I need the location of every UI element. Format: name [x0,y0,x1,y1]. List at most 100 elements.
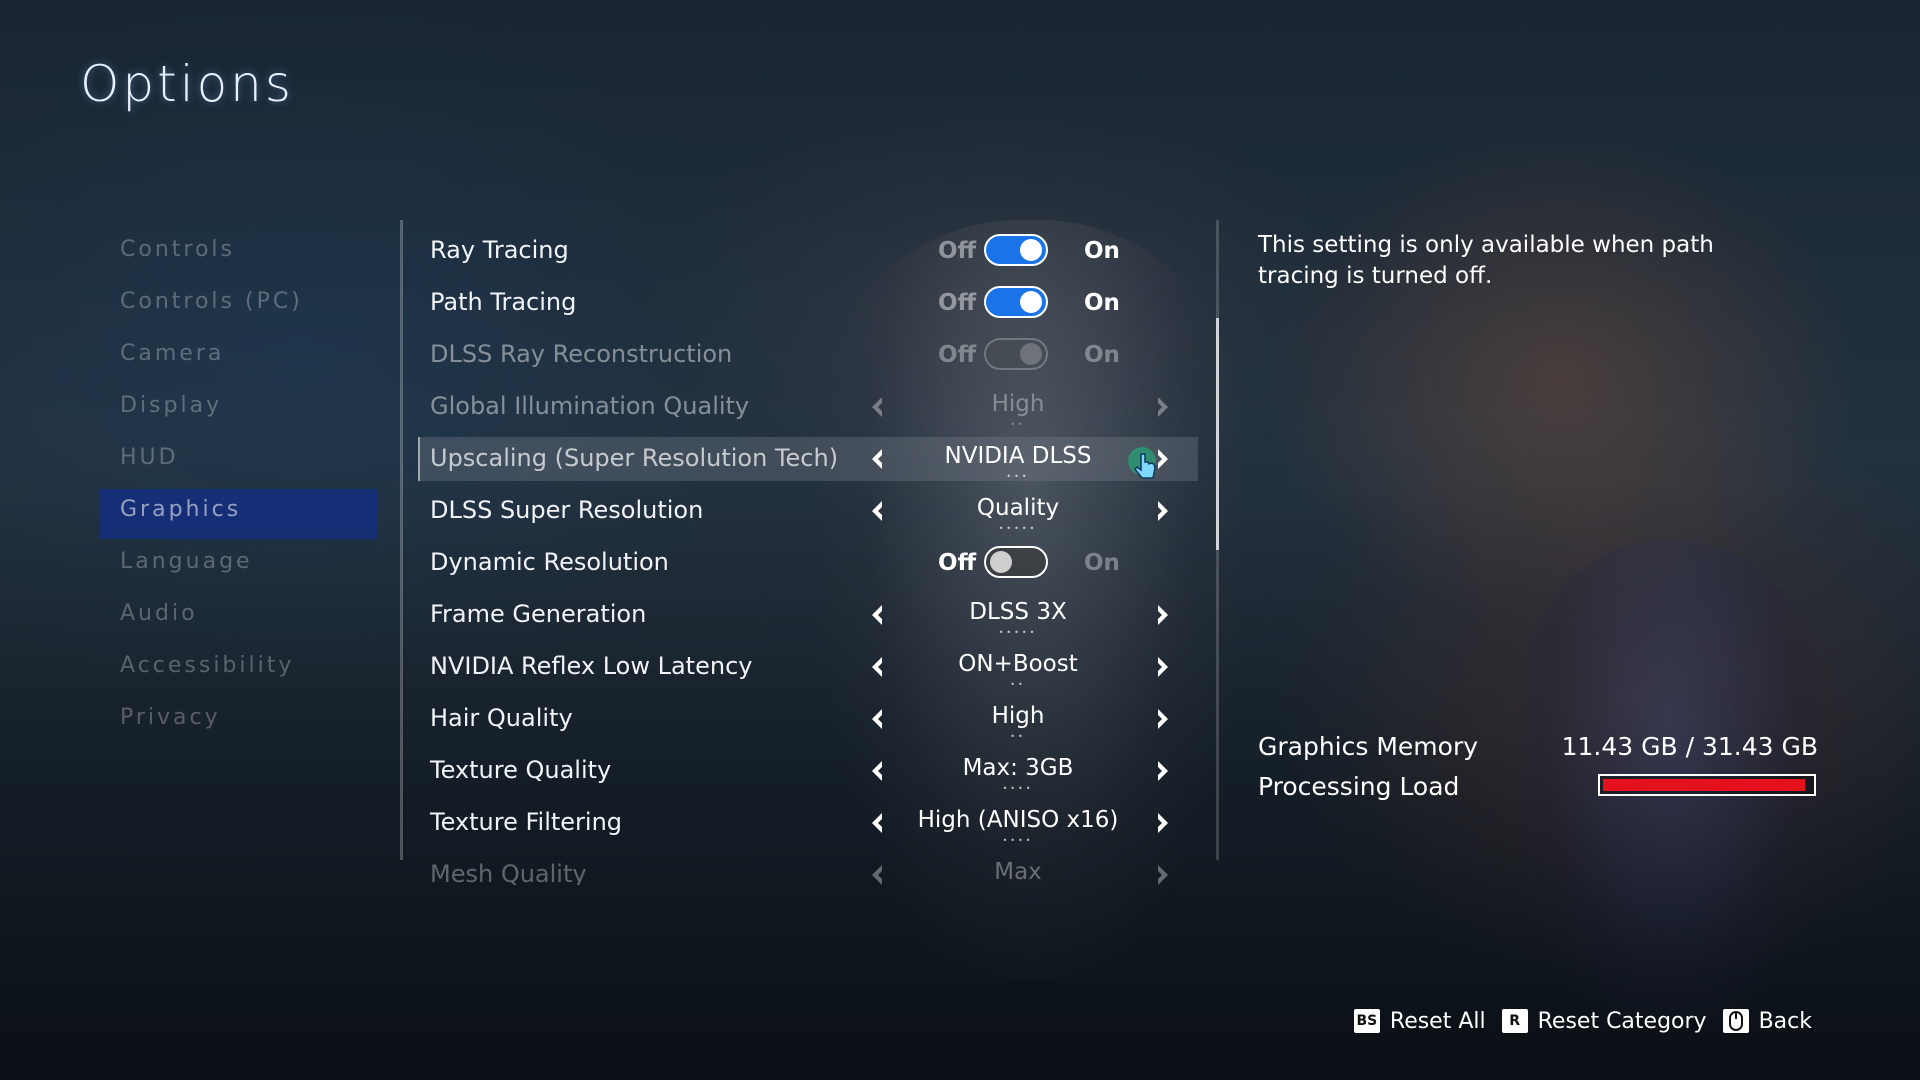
nav-item-controls[interactable]: Controls [100,229,380,281]
texture-filtering-selector[interactable]: High (ANISO x16) •••• [858,797,1178,849]
option-position-dots: •• [1010,732,1026,741]
nav-divider [400,220,403,860]
dlss-super-resolution-selector[interactable]: Quality ••••• [858,485,1178,537]
setting-row-texture-quality[interactable]: Texture Quality Max: 3GB •••• [418,745,1198,797]
toggle-off-label: Off [938,550,977,576]
reset-category-button[interactable]: Reset Category [1538,1009,1707,1034]
toggle-on-label: On [1084,550,1120,576]
nav-item-language[interactable]: Language [100,541,380,593]
chevron-left-icon[interactable] [866,707,890,731]
mouse-icon [1722,1009,1749,1033]
frame-generation-selector[interactable]: DLSS 3X ••••• [858,589,1178,641]
toggle-knob [1020,239,1042,261]
toggle-switch[interactable] [984,546,1048,578]
chevron-right-icon[interactable] [1150,499,1174,523]
mesh-quality-selector[interactable]: Max [858,849,1178,885]
toggle-off-label: Off [938,290,977,316]
setting-label: DLSS Super Resolution [430,496,704,524]
setting-label: Global Illumination Quality [430,392,750,420]
setting-row-mesh-quality[interactable]: Mesh Quality Max [418,849,1198,885]
chevron-right-icon[interactable] [1150,759,1174,783]
nav-item-controls-pc[interactable]: Controls (PC) [100,281,380,333]
chevron-left-icon[interactable] [866,811,890,835]
toggle-switch[interactable] [984,338,1048,370]
chevron-right-icon[interactable] [1150,395,1174,419]
setting-label: Mesh Quality [430,860,587,885]
nav-item-privacy[interactable]: Privacy [100,697,380,749]
nav-item-display[interactable]: Display [100,385,380,437]
chevron-left-icon[interactable] [866,655,890,679]
setting-row-dlss-super-resolution[interactable]: DLSS Super Resolution Quality ••••• [418,485,1198,537]
reset-all-button[interactable]: Reset All [1390,1009,1486,1034]
chevron-left-icon[interactable] [866,499,890,523]
chevron-right-icon[interactable] [1150,603,1174,627]
setting-label: DLSS Ray Reconstruction [430,340,733,368]
toggle-on-label: On [1084,238,1120,264]
nvidia-reflex-low-latency-selector[interactable]: ON+Boost •• [858,641,1178,693]
resource-stats: Graphics Memory 11.43 GB / 31.43 GB Proc… [1258,727,1818,807]
setting-description: This setting is only available when path… [1258,232,1714,289]
toggle-switch[interactable] [984,286,1048,318]
chevron-left-icon[interactable] [866,447,890,471]
chevron-left-icon[interactable] [866,395,890,419]
back-button[interactable]: Back [1759,1009,1812,1034]
chevron-right-icon[interactable] [1150,655,1174,679]
toggle-switch[interactable] [984,234,1048,266]
ray-tracing-toggle[interactable]: Off On [938,233,1138,269]
chevron-left-icon[interactable] [866,759,890,783]
setting-row-dynamic-resolution[interactable]: Dynamic Resolution Off On [418,537,1198,589]
chevron-right-icon[interactable] [1150,707,1174,731]
processing-load-bar [1598,774,1816,796]
toggle-knob [1020,291,1042,313]
settings-list: Ray Tracing Off On Path Tracing Off On DLSS Ra… [418,225,1198,885]
setting-row-frame-generation[interactable]: Frame Generation DLSS 3X ••••• [418,589,1198,641]
graphics-memory-label: Graphics Memory [1258,732,1479,761]
option-position-dots: •• [1010,420,1026,429]
nav-item-accessibility[interactable]: Accessibility [100,645,380,697]
setting-row-global-illumination-quality[interactable]: Global Illumination Quality High •• [418,381,1198,433]
setting-row-hair-quality[interactable]: Hair Quality High •• [418,693,1198,745]
nav-item-hud[interactable]: HUD [100,437,380,489]
chevron-right-icon[interactable] [1150,863,1174,885]
option-position-dots: ••• [1006,472,1030,481]
option-position-dots: •••• [1002,836,1034,845]
option-position-dots: •• [1010,680,1026,689]
setting-label: Frame Generation [430,600,647,628]
processing-load-row: Processing Load [1258,767,1818,807]
setting-row-nvidia-reflex-low-latency[interactable]: NVIDIA Reflex Low Latency ON+Boost •• [418,641,1198,693]
processing-load-label: Processing Load [1258,772,1460,801]
option-position-dots: ••••• [998,628,1038,637]
chevron-right-icon[interactable] [1150,811,1174,835]
setting-label: Ray Tracing [430,236,569,264]
processing-load-fill [1603,779,1805,791]
page-title: Options [80,55,294,113]
path-tracing-toggle[interactable]: Off On [938,285,1138,321]
r-key-icon: R [1501,1009,1528,1033]
selector-value: Max [994,859,1042,885]
dynamic-resolution-toggle[interactable]: Off On [938,545,1138,581]
backspace-key-icon: BS [1353,1009,1380,1033]
setting-row-path-tracing[interactable]: Path Tracing Off On [418,277,1198,329]
setting-row-texture-filtering[interactable]: Texture Filtering High (ANISO x16) •••• [418,797,1198,849]
toggle-off-label: Off [938,238,977,264]
texture-quality-selector[interactable]: Max: 3GB •••• [858,745,1178,797]
chevron-left-icon[interactable] [866,863,890,885]
footer-actions: BS Reset All R Reset Category Back [1353,1003,1818,1039]
hair-quality-selector[interactable]: High •• [858,693,1178,745]
setting-label: NVIDIA Reflex Low Latency [430,652,753,680]
nav-item-graphics[interactable]: Graphics [100,489,380,541]
graphics-memory-row: Graphics Memory 11.43 GB / 31.43 GB [1258,727,1818,767]
global-illumination-quality-selector: High •• [858,381,1178,433]
setting-label: Hair Quality [430,704,573,732]
setting-row-upscaling-super-resolution-tech[interactable]: Upscaling (Super Resolution Tech) NVIDIA … [418,433,1198,485]
chevron-left-icon[interactable] [866,603,890,627]
category-nav: Controls Controls (PC) Camera Display HUD Gra… [100,229,380,749]
setting-label: Dynamic Resolution [430,548,669,576]
nav-item-audio[interactable]: Audio [100,593,380,645]
option-position-dots: •••• [1002,784,1034,793]
nav-item-camera[interactable]: Camera [100,333,380,385]
settings-scrollbar-thumb[interactable] [1216,318,1219,550]
setting-row-dlss-ray-reconstruction[interactable]: DLSS Ray Reconstruction Off On [418,329,1198,381]
toggle-on-label: On [1084,290,1120,316]
setting-row-ray-tracing[interactable]: Ray Tracing Off On [418,225,1198,277]
